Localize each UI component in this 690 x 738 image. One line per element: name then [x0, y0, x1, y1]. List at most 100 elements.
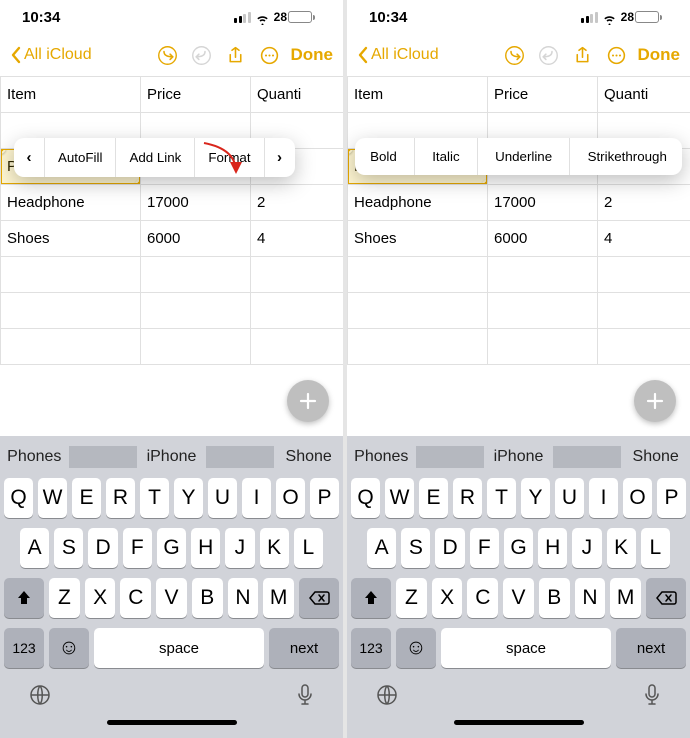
- shift-key[interactable]: [351, 578, 391, 618]
- context-menu-format[interactable]: Format: [195, 138, 263, 177]
- emoji-key[interactable]: ☺: [49, 628, 89, 668]
- key-t[interactable]: T: [140, 478, 169, 518]
- add-button[interactable]: [287, 380, 329, 422]
- format-underline[interactable]: Underline: [482, 138, 565, 175]
- mic-icon[interactable]: [642, 683, 662, 712]
- next-key[interactable]: next: [269, 628, 339, 668]
- home-indicator[interactable]: [347, 720, 690, 738]
- suggestion[interactable]: Phones: [347, 436, 416, 478]
- key-v[interactable]: V: [156, 578, 187, 618]
- context-menu-next[interactable]: ›: [265, 138, 295, 177]
- selection-handle-bottom-right[interactable]: [482, 179, 488, 185]
- space-key[interactable]: space: [441, 628, 611, 668]
- key-l[interactable]: L: [294, 528, 323, 568]
- key-y[interactable]: Y: [174, 478, 203, 518]
- key-u[interactable]: U: [208, 478, 237, 518]
- col-header[interactable]: Price: [488, 77, 598, 113]
- col-header[interactable]: Price: [141, 77, 251, 113]
- key-x[interactable]: X: [85, 578, 116, 618]
- suggestion[interactable]: iPhone: [484, 436, 553, 478]
- key-r[interactable]: R: [106, 478, 135, 518]
- col-header[interactable]: Item: [348, 77, 488, 113]
- format-italic[interactable]: Italic: [419, 138, 472, 175]
- key-n[interactable]: N: [575, 578, 606, 618]
- next-key[interactable]: next: [616, 628, 686, 668]
- key-h[interactable]: H: [191, 528, 220, 568]
- suggestion[interactable]: Shone: [621, 436, 690, 478]
- key-l[interactable]: L: [641, 528, 670, 568]
- key-j[interactable]: J: [572, 528, 601, 568]
- key-o[interactable]: O: [623, 478, 652, 518]
- key-a[interactable]: A: [367, 528, 396, 568]
- key-d[interactable]: D: [88, 528, 117, 568]
- col-header[interactable]: Item: [1, 77, 141, 113]
- shift-key[interactable]: [4, 578, 44, 618]
- undo-button[interactable]: [498, 38, 532, 72]
- cell[interactable]: 4: [598, 221, 690, 257]
- key-a[interactable]: A: [20, 528, 49, 568]
- context-menu-autofill[interactable]: AutoFill: [45, 138, 115, 177]
- suggestion[interactable]: iPhone: [137, 436, 206, 478]
- key-d[interactable]: D: [435, 528, 464, 568]
- key-c[interactable]: C: [467, 578, 498, 618]
- suggestion[interactable]: Shone: [274, 436, 343, 478]
- cell[interactable]: Headphone: [1, 185, 141, 221]
- more-button[interactable]: [600, 38, 634, 72]
- emoji-key[interactable]: ☺: [396, 628, 436, 668]
- context-menu-prev[interactable]: ‹: [14, 138, 44, 177]
- cell[interactable]: 2: [598, 185, 690, 221]
- home-indicator[interactable]: [0, 720, 343, 738]
- cell[interactable]: 17000: [488, 185, 598, 221]
- key-m[interactable]: M: [263, 578, 294, 618]
- backspace-key[interactable]: [646, 578, 686, 618]
- key-x[interactable]: X: [432, 578, 463, 618]
- suggestion[interactable]: Phones: [0, 436, 69, 478]
- selection-handle-top-left[interactable]: [1, 149, 7, 155]
- col-header[interactable]: Quanti: [598, 77, 690, 113]
- key-q[interactable]: Q: [351, 478, 380, 518]
- table[interactable]: Item Price Quanti Phone 90000 1 Headphon…: [347, 76, 690, 365]
- key-w[interactable]: W: [38, 478, 67, 518]
- numbers-key[interactable]: 123: [351, 628, 391, 668]
- context-menu-add-link[interactable]: Add Link: [116, 138, 194, 177]
- backspace-key[interactable]: [299, 578, 339, 618]
- key-u[interactable]: U: [555, 478, 584, 518]
- add-button[interactable]: [634, 380, 676, 422]
- key-o[interactable]: O: [276, 478, 305, 518]
- redo-button[interactable]: [185, 38, 219, 72]
- share-button[interactable]: [566, 38, 600, 72]
- format-strikethrough[interactable]: Strikethrough: [575, 138, 680, 175]
- globe-icon[interactable]: [375, 683, 399, 712]
- space-key[interactable]: space: [94, 628, 264, 668]
- key-e[interactable]: E: [72, 478, 101, 518]
- key-y[interactable]: Y: [521, 478, 550, 518]
- selection-handle-top-left[interactable]: [348, 149, 354, 155]
- cell[interactable]: Shoes: [348, 221, 488, 257]
- cell[interactable]: Shoes: [1, 221, 141, 257]
- cell[interactable]: 6000: [141, 221, 251, 257]
- key-z[interactable]: Z: [396, 578, 427, 618]
- key-v[interactable]: V: [503, 578, 534, 618]
- key-i[interactable]: I: [589, 478, 618, 518]
- key-p[interactable]: P: [310, 478, 339, 518]
- share-button[interactable]: [219, 38, 253, 72]
- back-button[interactable]: All iCloud: [357, 46, 439, 64]
- key-p[interactable]: P: [657, 478, 686, 518]
- key-n[interactable]: N: [228, 578, 259, 618]
- key-b[interactable]: B: [539, 578, 570, 618]
- more-button[interactable]: [253, 38, 287, 72]
- cell[interactable]: Headphone: [348, 185, 488, 221]
- key-q[interactable]: Q: [4, 478, 33, 518]
- key-i[interactable]: I: [242, 478, 271, 518]
- key-r[interactable]: R: [453, 478, 482, 518]
- key-h[interactable]: H: [538, 528, 567, 568]
- key-e[interactable]: E: [419, 478, 448, 518]
- key-j[interactable]: J: [225, 528, 254, 568]
- key-k[interactable]: K: [607, 528, 636, 568]
- key-g[interactable]: G: [504, 528, 533, 568]
- cell[interactable]: 4: [251, 221, 344, 257]
- done-button[interactable]: Done: [634, 45, 681, 65]
- key-f[interactable]: F: [123, 528, 152, 568]
- col-header[interactable]: Quanti: [251, 77, 344, 113]
- selection-handle-bottom-right[interactable]: [135, 179, 141, 185]
